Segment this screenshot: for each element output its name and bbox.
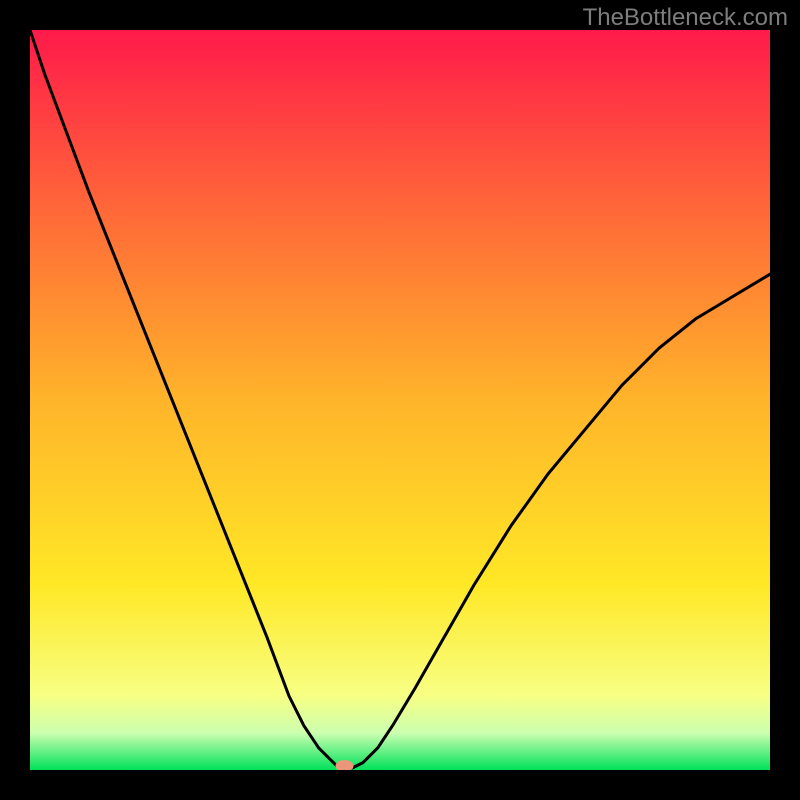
chart-frame: TheBottleneck.com — [0, 0, 800, 800]
bottleneck-chart — [30, 30, 770, 770]
plot-area — [30, 30, 770, 770]
gradient-background — [30, 30, 770, 770]
watermark-text: TheBottleneck.com — [583, 4, 788, 32]
